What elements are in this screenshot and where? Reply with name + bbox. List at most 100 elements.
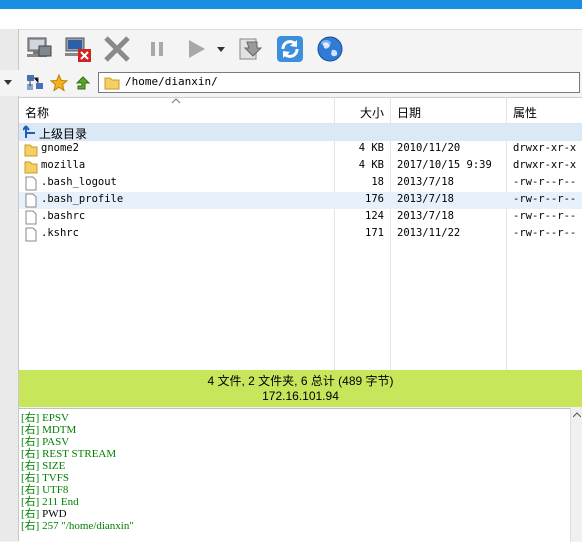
file-date: 2013/7/18 <box>397 176 454 188</box>
parent-directory-label: 上级目录 <box>39 127 88 141</box>
file-size: 171 <box>365 227 384 239</box>
file-icon <box>25 227 37 242</box>
log-line: [右] EPSV <box>21 412 69 424</box>
log-tag: [右] <box>21 424 40 436</box>
chevron-down-icon[interactable] <box>2 76 14 88</box>
file-attributes: -rw-r--r-- <box>513 193 577 205</box>
pause-icon[interactable] <box>141 33 173 65</box>
log-line: [右] MDTM <box>21 424 76 436</box>
file-name: .bash_profile <box>41 193 124 205</box>
log-text: EPSV <box>39 412 69 424</box>
file-icon <box>25 176 37 191</box>
left-pane-edge <box>0 29 19 541</box>
folder-icon <box>104 77 120 90</box>
log-text: UTF8 <box>39 484 69 496</box>
file-date: 2010/11/20 <box>397 142 461 154</box>
menu-area <box>0 9 582 29</box>
file-date: 2013/11/22 <box>397 227 461 239</box>
log-text: PASV <box>39 436 70 448</box>
status-host: 172.16.101.94 <box>262 389 339 403</box>
column-header-size[interactable]: 大小 <box>360 104 384 121</box>
cancel-icon[interactable] <box>101 33 133 65</box>
file-icon <box>25 193 37 208</box>
table-row[interactable]: .bash_logout 18 2013/7/18 -rw-r--r-- <box>19 175 582 192</box>
log-line: [右] 257 "/home/dianxin" <box>21 520 134 532</box>
status-summary: 4 文件, 2 文件夹, 6 总计 (489 字节) <box>207 374 394 388</box>
disconnect-icon[interactable] <box>62 33 94 65</box>
log-tag: [右] <box>21 508 40 520</box>
log-line: [右] PASV <box>21 436 69 448</box>
sort-arrow-icon <box>171 98 181 104</box>
log-text: MDTM <box>39 424 77 436</box>
star-icon[interactable] <box>49 73 69 92</box>
log-scrollbar[interactable] <box>570 408 582 541</box>
status-bar: 4 文件, 2 文件夹, 6 总计 (489 字节) 172.16.101.94 <box>19 370 582 407</box>
table-row[interactable]: .bash_profile 176 2013/7/18 -rw-r--r-- <box>19 192 582 209</box>
table-row[interactable]: mozilla 4 KB 2017/10/15 9:39 drwxr-xr-x <box>19 158 582 175</box>
file-list: 名称 大小 日期 属性 上级目录 gnome2 4 KB 2010/11/20 drw… <box>19 97 582 371</box>
file-size: 124 <box>365 210 384 222</box>
dropdown-icon[interactable] <box>212 33 230 65</box>
log-text: SIZE <box>39 460 66 472</box>
folder-icon <box>24 161 38 174</box>
log-line: [右] TVFS <box>21 472 69 484</box>
log-line: [右] REST STREAM <box>21 448 116 460</box>
parent-folder-icon[interactable] <box>74 74 92 92</box>
file-date: 2013/7/18 <box>397 193 454 205</box>
file-size: 18 <box>371 176 384 188</box>
folder-icon <box>24 144 38 157</box>
log-text: REST STREAM <box>39 448 117 460</box>
table-row[interactable]: .kshrc 171 2013/11/22 -rw-r--r-- <box>19 226 582 243</box>
log-text: 257 "/home/dianxin" <box>39 520 134 532</box>
refresh-icon[interactable] <box>274 33 306 65</box>
log-tag: [右] <box>21 460 40 472</box>
path-input[interactable]: /home/dianxin/ <box>98 72 580 93</box>
log-tag: [右] <box>21 520 40 532</box>
log-line: [右] UTF8 <box>21 484 68 496</box>
queue-icon[interactable] <box>234 33 266 65</box>
window-title-bar <box>0 0 582 9</box>
table-row[interactable]: .bashrc 124 2013/7/18 -rw-r--r-- <box>19 209 582 226</box>
log-text: 211 End <box>39 496 79 508</box>
parent-directory-row[interactable]: 上级目录 <box>19 124 582 141</box>
log-tag: [右] <box>21 412 40 424</box>
play-icon[interactable] <box>180 33 212 65</box>
column-header-attributes[interactable]: 属性 <box>513 104 537 121</box>
file-name: mozilla <box>41 159 86 171</box>
log-tag: [右] <box>21 448 40 460</box>
log-line: [右] 211 End <box>21 496 79 508</box>
log-text: TVFS <box>39 472 69 484</box>
toolbar <box>0 29 582 70</box>
table-row[interactable]: gnome2 4 KB 2010/11/20 drwxr-xr-x <box>19 141 582 158</box>
column-header-date[interactable]: 日期 <box>397 104 421 121</box>
log-pane: [右] EPSV [右] MDTM [右] PASV [右] REST STREAM[… <box>19 408 570 542</box>
file-attributes: -rw-r--r-- <box>513 227 577 239</box>
file-size: 176 <box>365 193 384 205</box>
log-line: [右] PWD <box>21 508 67 520</box>
file-name: .bashrc <box>41 210 86 222</box>
file-attributes: -rw-r--r-- <box>513 176 577 188</box>
log-tag: [右] <box>21 496 40 508</box>
file-icon <box>25 210 37 225</box>
file-list-header: 名称 大小 日期 属性 <box>19 98 582 124</box>
scroll-up-icon[interactable] <box>573 412 581 418</box>
file-size: 4 KB <box>358 142 384 154</box>
file-attributes: -rw-r--r-- <box>513 210 577 222</box>
log-tag: [右] <box>21 436 40 448</box>
file-date: 2013/7/18 <box>397 210 454 222</box>
connect-icon[interactable] <box>24 33 56 65</box>
column-header-name[interactable]: 名称 <box>25 104 49 121</box>
file-attributes: drwxr-xr-x <box>513 142 577 154</box>
log-text: PWD <box>39 508 67 520</box>
sitemap-icon[interactable] <box>26 74 44 92</box>
up-arrow-icon <box>23 125 35 138</box>
log-line: [右] SIZE <box>21 460 65 472</box>
log-tag: [右] <box>21 472 40 484</box>
file-size: 4 KB <box>358 159 384 171</box>
path-text: /home/dianxin/ <box>125 75 218 88</box>
file-name: gnome2 <box>41 142 79 154</box>
file-date: 2017/10/15 9:39 <box>397 159 492 171</box>
file-name: .bash_logout <box>41 176 117 188</box>
file-attributes: drwxr-xr-x <box>513 159 577 171</box>
globe-icon[interactable] <box>314 33 346 65</box>
